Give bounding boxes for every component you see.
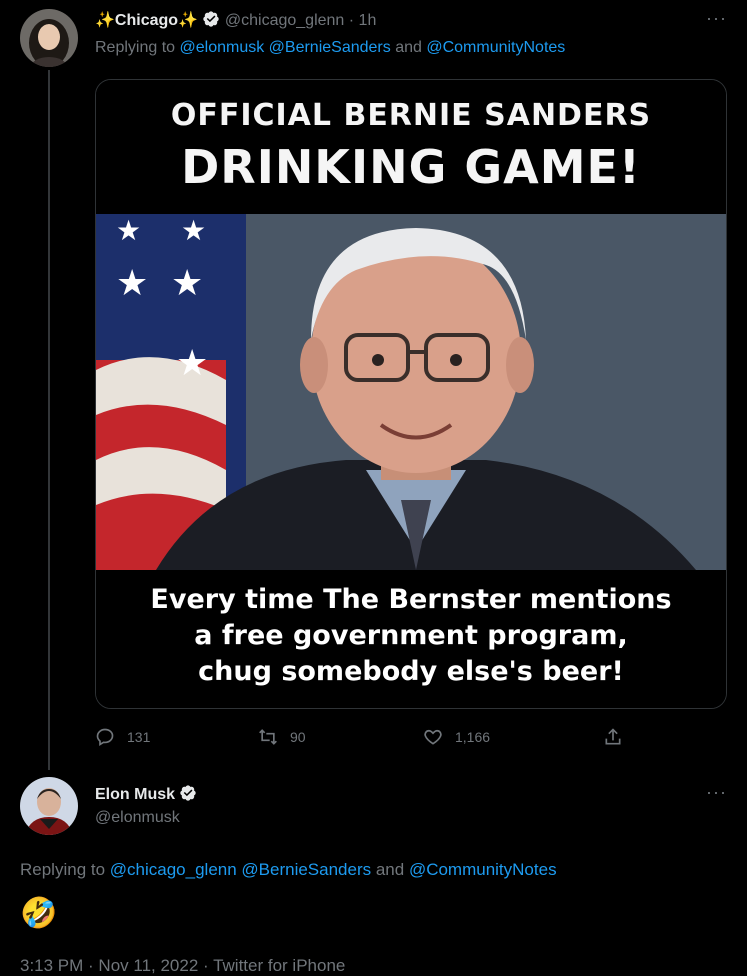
more-options-icon[interactable]: ··· — [706, 8, 727, 29]
chicago-time[interactable]: · 1h — [349, 12, 377, 29]
replying-prefix: Replying to — [20, 860, 110, 879]
svg-text:★: ★ — [176, 343, 208, 384]
chicago-avatar[interactable] — [20, 9, 78, 67]
replying-prefix: Replying to — [95, 39, 180, 56]
svg-text:★: ★ — [171, 263, 203, 304]
poster-title-line1: OFFICIAL BERNIE SANDERS — [170, 98, 652, 133]
poster-title-line2: DRINKING GAME! — [181, 140, 641, 194]
elon-handle[interactable]: @elonmusk — [95, 809, 180, 827]
caption-line2: a free government program, — [194, 620, 628, 651]
replying-community-notes[interactable]: @CommunityNotes — [409, 860, 557, 879]
like-button[interactable]: 1,166 — [423, 727, 490, 747]
verified-badge-icon — [202, 10, 220, 33]
retweet-icon — [259, 729, 277, 745]
poster-caption: Every time The Bernster mentions a free … — [96, 570, 726, 708]
more-options-icon[interactable]: ··· — [706, 782, 727, 803]
elon-replying-to: Replying to @chicago_glenn @BernieSander… — [20, 860, 557, 880]
share-icon — [605, 728, 621, 745]
svg-text:★: ★ — [181, 214, 206, 247]
replying-and: and — [371, 860, 409, 879]
reply-icon — [96, 728, 114, 746]
chicago-display-name[interactable]: ✨Chicago✨ — [95, 12, 198, 29]
replying-community-notes[interactable]: @CommunityNotes — [426, 39, 565, 56]
like-count: 1,166 — [455, 729, 491, 745]
replying-mentions[interactable]: @chicago_glenn @BernieSanders — [110, 860, 371, 879]
elon-header: Elon Musk — [95, 784, 197, 807]
verified-badge-icon — [179, 784, 197, 807]
svg-text:★: ★ — [116, 263, 148, 304]
reply-count: 131 — [127, 729, 151, 745]
replying-mentions[interactable]: @elonmusk @BernieSanders — [180, 39, 391, 56]
chicago-handle[interactable]: @chicago_glenn — [225, 12, 344, 29]
replying-and: and — [390, 39, 427, 56]
chicago-replying-to: Replying to @elonmusk @BernieSanders and… — [95, 39, 565, 57]
poster-header: OFFICIAL BERNIE SANDERS DRINKING GAME! — [96, 80, 726, 214]
retweet-count: 90 — [290, 729, 306, 745]
caption-line3: chug somebody else's beer! — [198, 656, 624, 687]
tweet-timestamp[interactable]: 3:13 PM · Nov 11, 2022 · Twitter for iPh… — [20, 956, 345, 976]
share-button[interactable] — [603, 727, 623, 747]
elon-avatar[interactable] — [20, 777, 78, 835]
thread-connector — [48, 70, 50, 770]
elon-display-name[interactable]: Elon Musk — [95, 786, 175, 803]
reply-button[interactable]: 131 — [95, 727, 150, 747]
tweet-body-emoji: 🤣 — [20, 897, 58, 930]
retweet-button[interactable]: 90 — [258, 727, 306, 747]
caption-line1: Every time The Bernster mentions — [150, 584, 672, 615]
chicago-header: ✨Chicago✨ @chicago_glenn · 1h — [95, 10, 376, 33]
tweet-image[interactable]: ★ ★ ★ ★ ★ OFFICIAL BERNIE SANDERS DRINKI… — [95, 79, 727, 709]
heart-icon — [424, 729, 442, 745]
svg-text:★: ★ — [116, 214, 141, 247]
